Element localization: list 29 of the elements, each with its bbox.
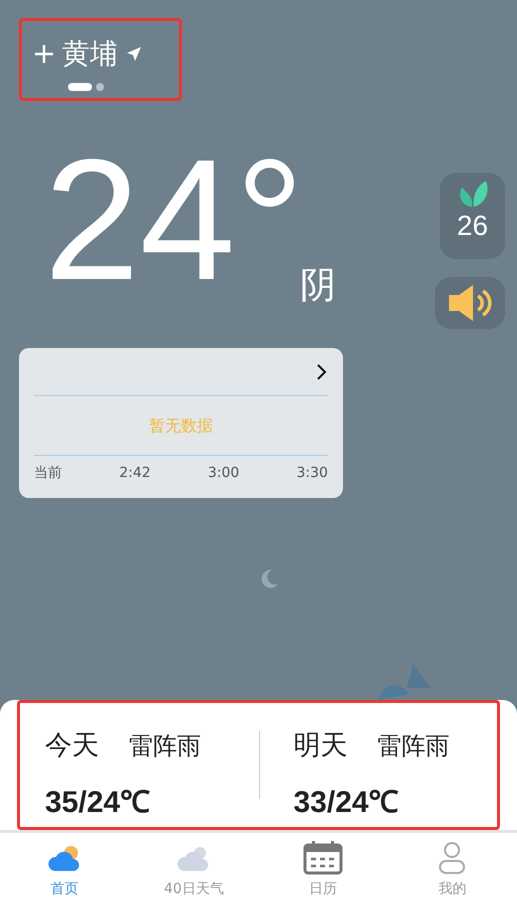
weather-condition: 阴 <box>300 266 336 306</box>
time-label: 3:30 <box>296 464 328 482</box>
no-data-message: 暂无数据 <box>149 414 213 436</box>
nav-tab[interactable]: 40日天气 <box>129 833 258 906</box>
forecast-condition: 雷阵雨 <box>378 731 450 762</box>
forecast-day[interactable]: 明天 雷阵雨 33/24℃ <box>260 703 497 827</box>
forecast-day[interactable]: 今天 雷阵雨 35/24℃ <box>20 703 258 827</box>
temperature-range: 33/24℃ <box>294 785 400 821</box>
day-label: 明天 <box>294 729 348 763</box>
air-quality-badge[interactable]: 26 <box>440 173 505 259</box>
day-label: 今天 <box>45 729 99 763</box>
temperature-range: 35/24℃ <box>45 785 152 821</box>
moon-icon <box>260 568 280 588</box>
city-name[interactable]: 黄埔 <box>62 37 118 71</box>
nav-tab[interactable]: 首页 <box>0 833 130 906</box>
nav-tab[interactable]: 日历 <box>258 833 388 906</box>
location-arrow-icon <box>126 46 142 62</box>
time-label: 2:42 <box>119 464 151 482</box>
nav-tab[interactable]: 我的 <box>388 833 517 906</box>
user-icon <box>437 841 468 875</box>
calendar-icon <box>303 841 344 875</box>
air-quality-value: 26 <box>456 209 488 243</box>
precipitation-card[interactable]: 暂无数据 当前 2:42 3:00 3:30 <box>19 348 343 498</box>
forecast-condition: 雷阵雨 <box>129 731 201 762</box>
chevron-right-icon[interactable] <box>316 362 328 380</box>
plus-icon[interactable] <box>34 44 54 64</box>
time-label: 当前 <box>34 464 62 482</box>
time-label: 3:00 <box>208 464 240 482</box>
voice-broadcast-button[interactable] <box>435 277 505 329</box>
